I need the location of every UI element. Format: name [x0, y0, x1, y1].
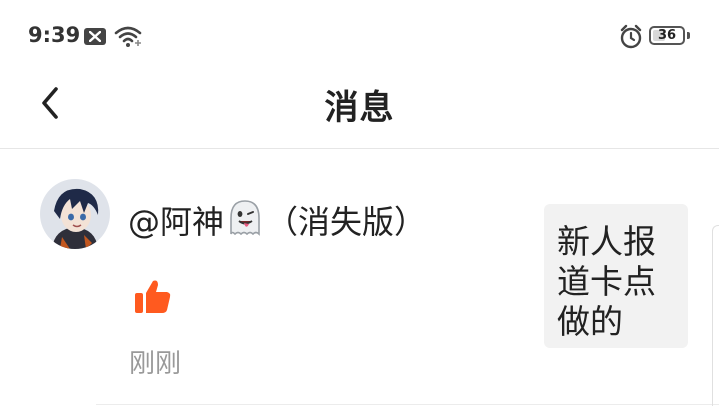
preview-text: 新人报道卡点做的 — [557, 222, 656, 341]
side-panel-edge — [712, 225, 719, 406]
battery-level-text: 36 — [657, 28, 677, 43]
battery-tip — [687, 32, 690, 39]
header-bar: 消息 — [0, 70, 719, 149]
username[interactable]: @阿神 （消失版） — [128, 197, 426, 246]
page-title: 消息 — [324, 88, 395, 128]
status-time: 9:39 — [28, 23, 81, 47]
avatar[interactable] — [40, 179, 110, 249]
username-name: @阿神 — [128, 203, 225, 241]
notification-x-icon — [84, 28, 106, 45]
wifi-icon — [114, 24, 144, 52]
username-suffix: （消失版） — [266, 203, 427, 241]
message-list-item[interactable]: @阿神 （消失版） 刚刚 新人报道卡点做的 — [0, 149, 719, 405]
status-bar: 9:39 36 — [0, 0, 719, 70]
alarm-icon — [618, 24, 644, 54]
message-time: 刚刚 — [129, 349, 182, 379]
ghost-icon — [226, 198, 264, 246]
video-preview-card[interactable]: 新人报道卡点做的 — [544, 204, 688, 348]
thumbs-up-icon — [134, 279, 172, 319]
battery-icon: 36 — [649, 26, 685, 45]
